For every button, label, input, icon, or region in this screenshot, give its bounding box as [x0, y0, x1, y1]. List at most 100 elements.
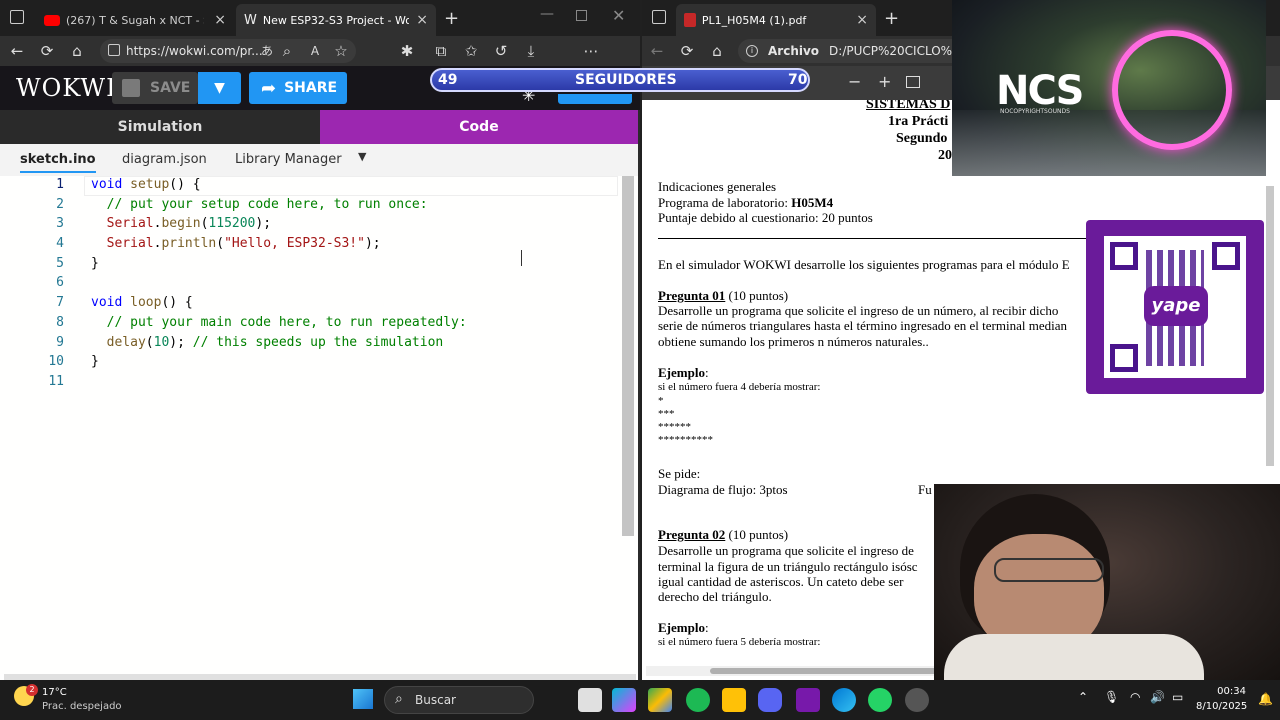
- close-icon[interactable]: ×: [214, 12, 226, 28]
- search-placeholder: Buscar: [415, 693, 456, 707]
- line-number: 4: [56, 236, 64, 251]
- workspaces-icon[interactable]: [652, 10, 666, 24]
- save-button[interactable]: SAVE: [112, 72, 198, 104]
- clock-date[interactable]: 8/10/2025: [1196, 701, 1247, 712]
- wifi-icon[interactable]: ◠: [1130, 690, 1140, 704]
- favorites-icon[interactable]: ✩: [462, 42, 480, 60]
- back-icon[interactable]: ←: [8, 42, 26, 60]
- spotify-icon[interactable]: [686, 688, 710, 712]
- close-window-icon[interactable]: ✕: [612, 6, 625, 25]
- pdf-p1-line: Desarrolle un programa que solicite el i…: [658, 303, 1059, 318]
- text-cursor-icon: [521, 250, 529, 266]
- file-tabs: sketch.ino diagram.json Library Manager …: [0, 144, 638, 176]
- onenote-icon[interactable]: [796, 688, 820, 712]
- discord-icon[interactable]: [758, 688, 782, 712]
- ncs-visualizer-overlay: NCS NOCOPYRIGHTSOUNDS: [952, 0, 1266, 176]
- translate-icon[interactable]: あ: [258, 42, 276, 60]
- code-line-9: delay(10); // this speeds up the simulat…: [106, 335, 444, 350]
- close-icon[interactable]: ×: [856, 12, 868, 28]
- code-line-10: }: [91, 354, 99, 369]
- tab-library-manager[interactable]: Library Manager: [235, 152, 342, 167]
- minimize-icon[interactable]: —: [540, 6, 554, 22]
- more-files-dropdown-icon[interactable]: ▼: [358, 150, 366, 163]
- tab-wokwi[interactable]: W New ESP32-S3 Project - Wokwi Si ×: [236, 4, 436, 36]
- code-line-5: }: [91, 256, 99, 271]
- back-icon[interactable]: ←: [648, 42, 666, 60]
- code-token: () {: [161, 295, 193, 310]
- favorite-star-icon[interactable]: ☆: [332, 42, 350, 60]
- extensions-icon[interactable]: ✱: [398, 42, 416, 60]
- pdf-diagrama: Diagrama de flujo: 3ptos: [658, 482, 788, 497]
- microphone-icon[interactable]: 🎙: [1104, 690, 1119, 704]
- left-tab-bar: (267) T & Sugah x NCT - Star × W New ESP…: [0, 0, 640, 36]
- fit-page-icon[interactable]: [906, 76, 920, 88]
- home-icon[interactable]: ⌂: [708, 42, 726, 60]
- collections-icon[interactable]: ⧉: [432, 42, 450, 60]
- clock-time[interactable]: 00:34: [1210, 686, 1246, 697]
- close-icon[interactable]: ×: [416, 12, 428, 28]
- line-number: 9: [56, 335, 64, 350]
- more-icon[interactable]: ⋯: [582, 42, 600, 60]
- workspaces-icon[interactable]: [10, 10, 24, 24]
- tab-wokwi-label: New ESP32-S3 Project - Wokwi Si: [262, 13, 409, 27]
- wokwi-logo[interactable]: WOKWI: [16, 74, 117, 102]
- download-icon[interactable]: ⤓: [522, 42, 540, 60]
- home-icon[interactable]: ⌂: [68, 42, 86, 60]
- ncs-subtitle: NOCOPYRIGHTSOUNDS: [1000, 108, 1070, 115]
- qr-finder-icon: [1110, 242, 1138, 270]
- chevron-up-icon[interactable]: ⌃: [1078, 690, 1088, 704]
- tab-youtube-label: (267) T & Sugah x NCT - Star: [66, 13, 204, 27]
- whatsapp-icon[interactable]: [868, 688, 892, 712]
- tab-diagram-json[interactable]: diagram.json: [122, 152, 207, 167]
- zoom-in-icon[interactable]: +: [878, 72, 891, 91]
- visualizer-ring-icon: [1112, 30, 1232, 150]
- code-line-1: void setup() {: [91, 177, 201, 192]
- maximize-icon[interactable]: [576, 10, 587, 21]
- code-token: void: [91, 177, 123, 192]
- webcam-overlay: [934, 484, 1280, 680]
- weather-temp[interactable]: 17°C: [42, 687, 67, 698]
- file-explorer-icon[interactable]: [722, 688, 746, 712]
- edge-icon[interactable]: [832, 688, 856, 712]
- new-tab-icon[interactable]: +: [884, 8, 899, 29]
- share-button[interactable]: ➦ SHARE: [249, 72, 347, 104]
- tab-simulation[interactable]: Simulation: [0, 110, 320, 144]
- tab-sketch-ino[interactable]: sketch.ino: [20, 152, 96, 173]
- code-line-4: Serial.println("Hello, ESP32-S3!");: [106, 236, 381, 251]
- code-token: 115200: [208, 216, 256, 231]
- pdf-p1-heading: Pregunta 01 (10 puntos): [658, 288, 788, 304]
- weather-desc[interactable]: Prac. despejado: [42, 701, 122, 712]
- pdf-p1-line: obtiene sumando los primeros n números n…: [658, 334, 929, 349]
- followers-count: 49: [438, 72, 458, 88]
- pdf-vertical-scrollbar[interactable]: [1266, 186, 1274, 466]
- refresh-icon[interactable]: ⟳: [678, 42, 696, 60]
- editor-scrollbar[interactable]: [622, 176, 634, 536]
- code-editor[interactable]: 1 2 3 4 5 6 7 8 9 10 11 void setup() { /…: [0, 176, 638, 674]
- battery-icon[interactable]: ▭: [1172, 690, 1183, 704]
- history-icon[interactable]: ↺: [492, 42, 510, 60]
- google-drive-icon[interactable]: [648, 688, 672, 712]
- line-number: 2: [56, 197, 64, 212]
- settings-gear-icon[interactable]: [905, 688, 929, 712]
- sign-in-button[interactable]: [558, 94, 632, 104]
- line-number: 7: [56, 295, 64, 310]
- save-dropdown-button[interactable]: ▼: [198, 72, 241, 104]
- zoom-icon[interactable]: ⌕: [278, 42, 296, 60]
- notification-bell-icon[interactable]: 🔔: [1258, 692, 1273, 706]
- read-aloud-icon[interactable]: A: [306, 42, 324, 60]
- volume-icon[interactable]: 🔊: [1150, 690, 1165, 704]
- tab-pdf[interactable]: PL1_H05M4 (1).pdf ×: [676, 4, 876, 36]
- task-view-icon[interactable]: [578, 688, 602, 712]
- tab-code[interactable]: Code: [320, 110, 638, 144]
- tab-youtube[interactable]: (267) T & Sugah x NCT - Star ×: [36, 4, 234, 36]
- copilot-icon[interactable]: [612, 688, 636, 712]
- left-address-bar: ← ⟳ ⌂ https://wokwi.com/pr... あ ⌕ A ☆ AB…: [0, 36, 640, 96]
- windows-start-icon[interactable]: [353, 689, 373, 709]
- new-tab-icon[interactable]: +: [444, 8, 459, 29]
- pdf-star-row: **********: [658, 434, 713, 446]
- search-box[interactable]: ⌕ Buscar: [384, 686, 534, 714]
- refresh-icon[interactable]: ⟳: [38, 42, 56, 60]
- code-token: void: [91, 295, 123, 310]
- pdf-icon: [684, 13, 696, 27]
- zoom-out-icon[interactable]: −: [848, 72, 861, 91]
